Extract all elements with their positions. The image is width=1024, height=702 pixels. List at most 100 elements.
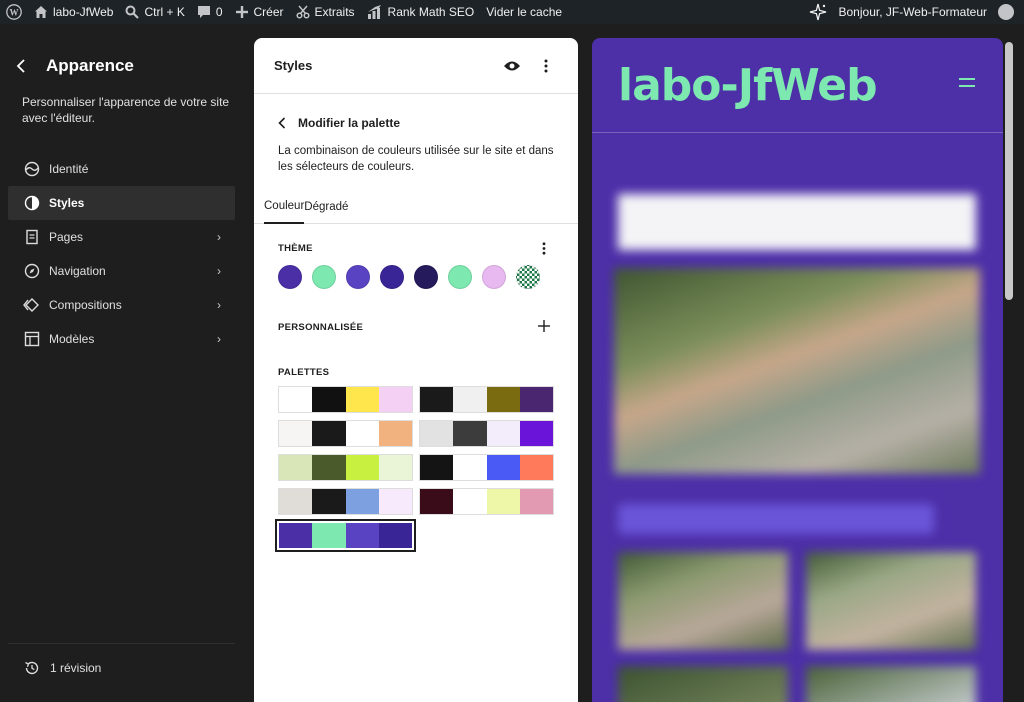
color-swatch[interactable] — [414, 265, 438, 289]
sidebar-item-styles[interactable]: Styles — [8, 186, 235, 220]
sidebar-item-navigation[interactable]: Navigation › — [8, 254, 235, 288]
palette-color — [279, 387, 313, 412]
wordpress-logo-button[interactable]: W — [0, 0, 28, 24]
palette-option[interactable] — [419, 454, 554, 481]
comments-link[interactable]: 0 — [191, 0, 229, 24]
rank-math-link[interactable]: Rank Math SEO — [361, 0, 481, 24]
panel-header: Styles — [254, 38, 578, 94]
rank-math-icon — [367, 5, 381, 19]
edit-palette-description: La combinaison de couleurs utilisée sur … — [278, 145, 554, 173]
tab-couleur[interactable]: Couleur — [264, 190, 305, 224]
color-swatch[interactable] — [380, 265, 404, 289]
palette-color — [519, 421, 553, 446]
ai-sparkle-button[interactable] — [803, 0, 833, 24]
admin-bar: W labo-JfWeb Ctrl + K 0 Créer Extraits R… — [0, 0, 1024, 24]
preview-blurred-thumbnail — [618, 552, 788, 650]
palette-color — [519, 489, 553, 514]
eye-icon — [504, 61, 520, 70]
hamburger-menu-icon — [959, 78, 975, 92]
revisions-link[interactable]: 1 révision — [24, 660, 101, 676]
sidebar-item-label: Modèles — [49, 332, 95, 346]
palette-color — [279, 489, 313, 514]
palette-color — [453, 455, 487, 480]
palette-option[interactable] — [278, 488, 413, 515]
rank-math-label: Rank Math SEO — [387, 5, 475, 19]
revision-label: 1 révision — [50, 661, 102, 675]
sidebar-item-pages[interactable]: Pages › — [8, 220, 235, 254]
color-swatch[interactable] — [278, 265, 302, 289]
identity-icon — [22, 159, 42, 179]
templates-icon — [22, 329, 42, 349]
palette-color — [486, 489, 520, 514]
preview-site-title: labo-JfWeb — [618, 59, 878, 111]
sidebar-title: Apparence — [46, 56, 134, 75]
tab-degrade[interactable]: Dégradé — [304, 190, 348, 224]
avatar — [998, 4, 1014, 20]
theme-section-label: THÈME — [278, 243, 313, 254]
preview-scrollbar-thumb[interactable] — [1005, 42, 1013, 300]
sidebar-item-label: Compositions — [49, 298, 122, 312]
sidebar-item-identite[interactable]: Identité — [8, 152, 235, 186]
preview-blurred-thumbnail — [806, 666, 976, 702]
search-shortcut-label: Ctrl + K — [144, 5, 185, 19]
palette-color — [519, 455, 553, 480]
my-account-link[interactable]: Bonjour, JF-Web-Formateur — [833, 0, 1024, 24]
styles-panel: Styles Modifier la palette La combinaiso… — [254, 38, 578, 702]
palette-option[interactable] — [278, 454, 413, 481]
clear-cache-link[interactable]: Vider le cache — [480, 0, 568, 24]
palette-color — [453, 421, 487, 446]
style-book-button[interactable] — [500, 54, 524, 78]
palette-color — [378, 421, 412, 446]
command-palette-button[interactable]: Ctrl + K — [119, 0, 190, 24]
scissors-icon — [295, 5, 310, 19]
navigation-icon — [22, 261, 42, 281]
more-vertical-icon — [542, 241, 546, 255]
color-swatch[interactable] — [448, 265, 472, 289]
color-swatch[interactable] — [312, 265, 336, 289]
add-custom-color-button[interactable] — [534, 316, 554, 336]
palette-option[interactable] — [419, 386, 554, 413]
theme-options-button[interactable] — [534, 238, 554, 258]
sparkle-icon — [809, 3, 826, 21]
palette-color — [345, 455, 379, 480]
palette-option[interactable] — [419, 420, 554, 447]
site-name-label: labo-JfWeb — [53, 5, 114, 19]
sidebar-divider — [8, 643, 235, 644]
sidebar-nav: Identité Styles Pages › Navigation › Com… — [8, 152, 235, 356]
sidebar-item-label: Styles — [49, 196, 85, 210]
palette-color — [312, 421, 346, 446]
svg-text:W: W — [10, 8, 19, 18]
site-preview[interactable]: labo-JfWeb — [592, 38, 1003, 702]
palette-option[interactable] — [278, 386, 413, 413]
palette-option[interactable] — [278, 420, 413, 447]
palette-option[interactable] — [419, 488, 554, 515]
more-options-button[interactable] — [534, 54, 558, 78]
snippets-link[interactable]: Extraits — [290, 0, 361, 24]
palette-color — [345, 489, 379, 514]
palette-color — [312, 523, 346, 548]
color-swatch[interactable] — [482, 265, 506, 289]
sidebar-item-compositions[interactable]: Compositions › — [8, 288, 235, 322]
color-swatch[interactable] — [346, 265, 370, 289]
color-swatch[interactable] — [516, 265, 540, 289]
sidebar-item-label: Pages — [49, 230, 84, 244]
chevron-right-icon: › — [217, 230, 221, 244]
palette-color — [486, 421, 520, 446]
palette-color — [279, 523, 313, 548]
create-new-button[interactable]: Créer — [229, 0, 290, 24]
sidebar-item-modeles[interactable]: Modèles › — [8, 322, 235, 356]
home-icon — [35, 6, 47, 18]
palette-color — [486, 455, 520, 480]
palette-color — [420, 455, 454, 480]
chevron-right-icon: › — [217, 264, 221, 278]
comment-icon — [197, 6, 210, 18]
back-chevron-icon[interactable] — [278, 117, 286, 129]
wordpress-icon: W — [6, 4, 22, 20]
clear-cache-label: Vider le cache — [486, 5, 563, 19]
palette-option[interactable] — [275, 519, 416, 552]
preview-blurred-heading — [618, 504, 934, 534]
create-label: Créer — [253, 5, 284, 19]
palette-color — [378, 523, 412, 548]
back-arrow-icon[interactable] — [14, 59, 28, 73]
site-name-link[interactable]: labo-JfWeb — [28, 0, 119, 24]
